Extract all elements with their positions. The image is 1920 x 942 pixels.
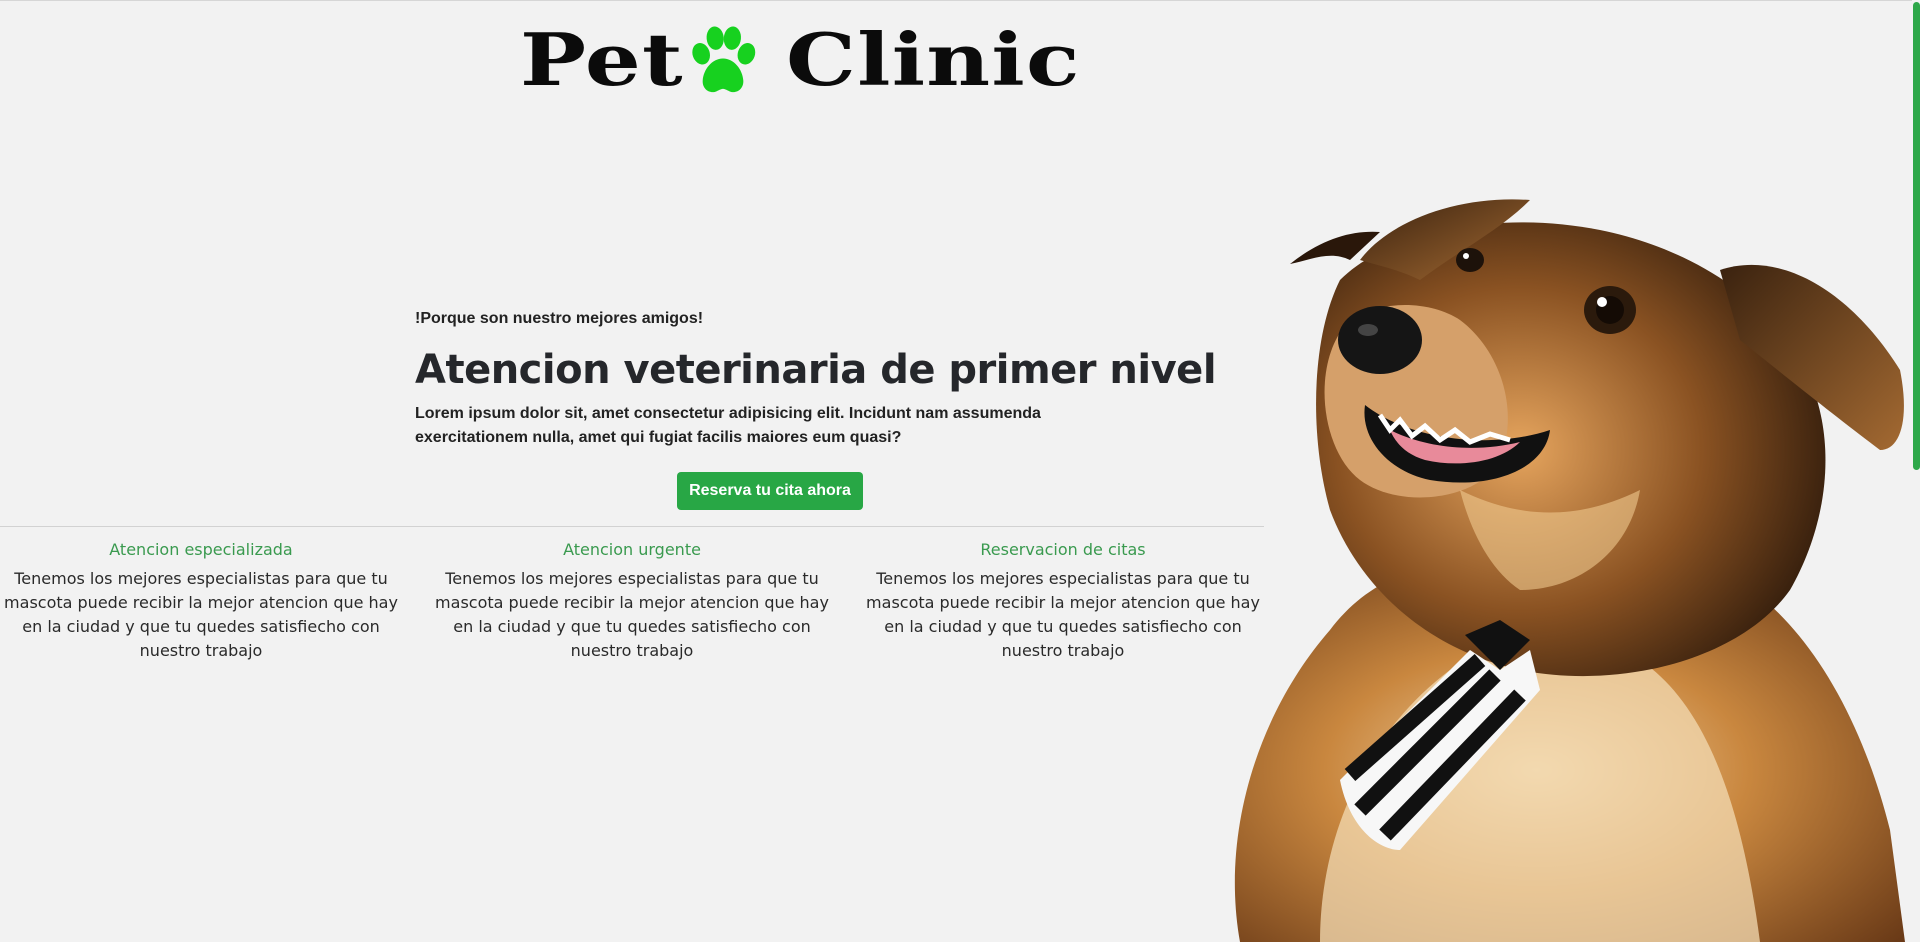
hero-description: Lorem ipsum dolor sit, amet consectetur …	[415, 405, 1041, 446]
page: Pet Clinic !Porque son nuestro mejores a…	[0, 0, 1920, 942]
feature-title: Atencion urgente	[563, 540, 701, 559]
logo-word-clinic: Clinic	[786, 17, 1081, 102]
top-border	[0, 0, 1912, 1]
feature-text: Tenemos los mejores especialistas para q…	[435, 569, 829, 660]
features-row: Atencion especializada Tenemos los mejor…	[0, 540, 1264, 663]
feature-urgent: Atencion urgente Tenemos los mejores esp…	[431, 540, 833, 663]
scrollbar-thumb[interactable]	[1913, 2, 1920, 470]
hero-section: !Porque son nuestro mejores amigos! Aten…	[415, 310, 1217, 450]
hero-title: Atencion veterinaria de primer nivel	[415, 347, 1217, 393]
logo-word-pet: Pet	[520, 17, 684, 102]
site-logo[interactable]: Pet Clinic	[520, 17, 1079, 102]
feature-text: Tenemos los mejores especialistas para q…	[4, 569, 398, 660]
feature-specialized: Atencion especializada Tenemos los mejor…	[0, 540, 402, 663]
feature-title: Atencion especializada	[109, 540, 293, 559]
section-divider	[0, 526, 1264, 527]
book-appointment-button[interactable]: Reserva tu cita ahora	[677, 472, 863, 510]
scrollbar[interactable]	[1912, 0, 1920, 942]
dog-with-tie-image	[1200, 190, 1912, 942]
hero-kicker: !Porque son nuestro mejores amigos!	[415, 310, 704, 327]
